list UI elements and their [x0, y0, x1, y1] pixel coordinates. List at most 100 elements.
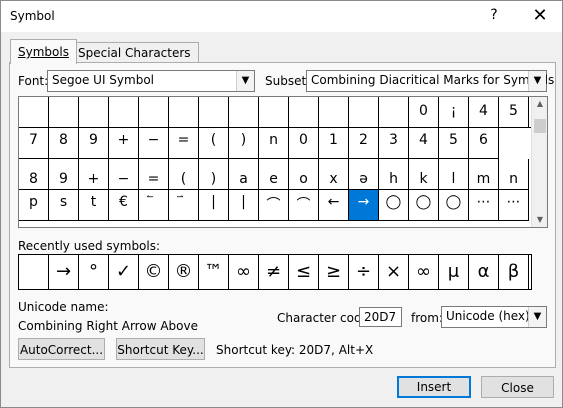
symbol-cell[interactable]: ◯	[409, 190, 439, 221]
symbol-cell[interactable]: 5	[439, 128, 469, 159]
tab-special-characters[interactable]: Special Characters	[70, 42, 199, 63]
symbol-cell[interactable]: )	[229, 128, 259, 159]
recent-symbol-cell[interactable]: ∞	[409, 255, 439, 289]
window-close-button[interactable]: ✕	[531, 5, 549, 27]
symbol-cell[interactable]: ←	[319, 190, 349, 221]
symbol-cell[interactable]: ⌒	[289, 190, 319, 221]
font-select[interactable]: Segoe UI Symbol ▼	[47, 70, 255, 92]
scroll-thumb[interactable]	[534, 119, 546, 133]
symbol-cell[interactable]: =	[139, 159, 169, 190]
recent-symbol-cell[interactable]: ™	[199, 255, 229, 289]
symbol-cell[interactable]	[19, 97, 49, 128]
shortcut-key-button[interactable]: Shortcut Key...	[116, 338, 205, 360]
symbol-cell[interactable]: h	[379, 159, 409, 190]
symbol-cell[interactable]: |	[229, 190, 259, 221]
close-button[interactable]: Close	[481, 376, 554, 398]
symbol-cell[interactable]: (	[199, 128, 229, 159]
recent-symbol-cell[interactable]	[19, 255, 49, 289]
symbol-cell[interactable]: o	[289, 159, 319, 190]
recent-symbol-cell[interactable]: μ	[439, 255, 469, 289]
symbol-cell[interactable]	[79, 97, 109, 128]
insert-button[interactable]: Insert	[397, 376, 471, 398]
symbol-cell[interactable]: 1	[319, 128, 349, 159]
symbol-cell[interactable]: 2	[349, 128, 379, 159]
symbol-cell[interactable]: p	[19, 190, 49, 221]
scroll-up-icon[interactable]: ▲	[532, 97, 547, 111]
symbol-cell[interactable]: 8	[19, 159, 49, 190]
symbol-cell[interactable]	[259, 97, 289, 128]
symbol-cell[interactable]: ¡	[439, 97, 469, 128]
symbol-cell[interactable]: 8	[49, 128, 79, 159]
symbol-cell[interactable]: x	[319, 159, 349, 190]
recent-symbol-cell[interactable]: β	[499, 255, 529, 289]
recent-symbol-cell[interactable]: ®	[169, 255, 199, 289]
recent-symbol-cell[interactable]: ≠	[259, 255, 289, 289]
recent-symbol-cell[interactable]: ©	[139, 255, 169, 289]
symbol-cell[interactable]: a	[229, 159, 259, 190]
symbol-cell[interactable]: ⃐	[139, 190, 169, 221]
symbol-cell[interactable]: m	[469, 159, 499, 190]
subset-select[interactable]: Combining Diacritical Marks for Symbols …	[306, 70, 554, 92]
symbol-cell[interactable]: 5	[499, 97, 529, 128]
character-code-input[interactable]: 20D7	[359, 307, 402, 327]
recent-symbol-cell[interactable]: α	[469, 255, 499, 289]
symbol-cell[interactable]: e	[259, 159, 289, 190]
symbol-cell[interactable]: t	[79, 190, 109, 221]
symbol-cell[interactable]: ◯	[439, 190, 469, 221]
recent-symbol-cell[interactable]: ✓	[109, 255, 139, 289]
recent-symbol-cell[interactable]: ×	[379, 255, 409, 289]
symbol-cell[interactable]: 7	[19, 128, 49, 159]
symbol-cell[interactable]	[349, 97, 379, 128]
symbol-cell[interactable]: )	[199, 159, 229, 190]
symbol-cell[interactable]: ⃑	[169, 190, 199, 221]
symbol-cell[interactable]	[379, 97, 409, 128]
grid-scrollbar[interactable]: ▲ ▼	[531, 97, 547, 227]
symbol-cell[interactable]: 6	[469, 128, 499, 159]
symbol-cell[interactable]: 4	[469, 97, 499, 128]
symbol-cell[interactable]: k	[409, 159, 439, 190]
symbol-cell[interactable]	[169, 97, 199, 128]
symbol-cell[interactable]: 0	[289, 128, 319, 159]
symbol-cell[interactable]: →	[349, 190, 379, 221]
symbol-cell[interactable]: l	[439, 159, 469, 190]
symbol-cell[interactable]	[109, 97, 139, 128]
symbol-cell[interactable]	[49, 97, 79, 128]
autocorrect-button[interactable]: AutoCorrect...	[18, 338, 105, 360]
scroll-down-icon[interactable]: ▼	[532, 213, 547, 227]
symbol-cell[interactable]: s	[49, 190, 79, 221]
symbol-cell[interactable]: 4	[409, 128, 439, 159]
chevron-down-icon[interactable]: ▼	[528, 71, 546, 91]
symbol-cell[interactable]: |	[199, 190, 229, 221]
symbol-cell[interactable]: −	[109, 159, 139, 190]
symbol-cell[interactable]: n	[259, 128, 289, 159]
symbol-cell[interactable]: n	[499, 159, 529, 190]
recent-symbol-cell[interactable]: ≤	[289, 255, 319, 289]
symbol-cell[interactable]: =	[169, 128, 199, 159]
symbol-cell[interactable]: 3	[379, 128, 409, 159]
symbol-cell[interactable]: +	[109, 128, 139, 159]
chevron-down-icon[interactable]: ▼	[528, 307, 546, 327]
symbol-cell[interactable]: (	[169, 159, 199, 190]
recent-symbol-cell[interactable]: →	[49, 255, 79, 289]
symbol-cell[interactable]: ⌒	[259, 190, 289, 221]
chevron-down-icon[interactable]: ▼	[236, 71, 254, 91]
symbol-cell[interactable]: 9	[49, 159, 79, 190]
symbol-cell[interactable]	[319, 97, 349, 128]
tab-symbols[interactable]: Symbols	[10, 39, 77, 64]
symbol-cell[interactable]: 9	[79, 128, 109, 159]
symbol-cell[interactable]	[289, 97, 319, 128]
symbol-cell[interactable]: −	[139, 128, 169, 159]
recent-symbol-cell[interactable]: ÷	[349, 255, 379, 289]
help-button[interactable]: ?	[486, 7, 502, 25]
symbol-cell[interactable]	[199, 97, 229, 128]
symbol-cell[interactable]: ə	[349, 159, 379, 190]
symbol-cell[interactable]: 0	[409, 97, 439, 128]
recent-symbol-cell[interactable]: ≥	[319, 255, 349, 289]
symbol-cell[interactable]: ⋯	[499, 190, 529, 221]
symbol-cell[interactable]: +	[79, 159, 109, 190]
symbol-cell[interactable]	[229, 97, 259, 128]
recent-symbol-cell[interactable]: ∞	[229, 255, 259, 289]
symbol-cell[interactable]: €	[109, 190, 139, 221]
symbol-cell[interactable]	[139, 97, 169, 128]
symbol-cell[interactable]: ◯	[379, 190, 409, 221]
